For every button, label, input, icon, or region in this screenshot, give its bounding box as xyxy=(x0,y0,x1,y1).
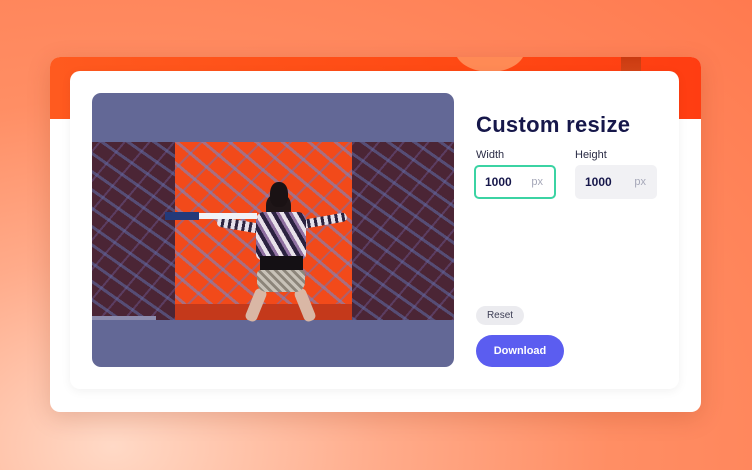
preview-side-strip xyxy=(92,316,156,320)
dialog-title: Custom resize xyxy=(476,112,631,137)
dancer-figure-skirt xyxy=(257,270,305,292)
width-input[interactable] xyxy=(485,167,529,197)
dancer-figure-arm xyxy=(302,212,348,229)
photo-floor xyxy=(175,304,352,320)
reset-button[interactable]: Reset xyxy=(476,306,524,325)
download-button[interactable]: Download xyxy=(476,335,564,367)
preview-side-panel-right xyxy=(352,142,454,320)
height-field[interactable]: px xyxy=(575,165,657,199)
preview-side-panel-left xyxy=(92,142,175,320)
dancer-figure-arm xyxy=(216,216,260,234)
width-label: Width xyxy=(476,149,505,161)
dancer-figure-head xyxy=(270,182,288,207)
overlay-banner-right xyxy=(199,213,257,219)
preview-photo xyxy=(175,142,352,324)
dancer-figure-top xyxy=(260,256,303,270)
height-unit: px xyxy=(634,176,646,188)
height-label: Height xyxy=(575,149,607,161)
overlay-banner-left xyxy=(165,212,199,220)
image-preview xyxy=(92,93,454,367)
width-field[interactable]: px xyxy=(474,165,556,199)
custom-resize-dialog: Custom resize Width px Height px Reset D… xyxy=(70,71,679,389)
dancer-figure-body xyxy=(256,212,306,260)
preview-image xyxy=(92,142,454,324)
decorative-shape xyxy=(455,57,525,72)
height-input[interactable] xyxy=(585,165,629,199)
width-unit: px xyxy=(531,176,543,188)
